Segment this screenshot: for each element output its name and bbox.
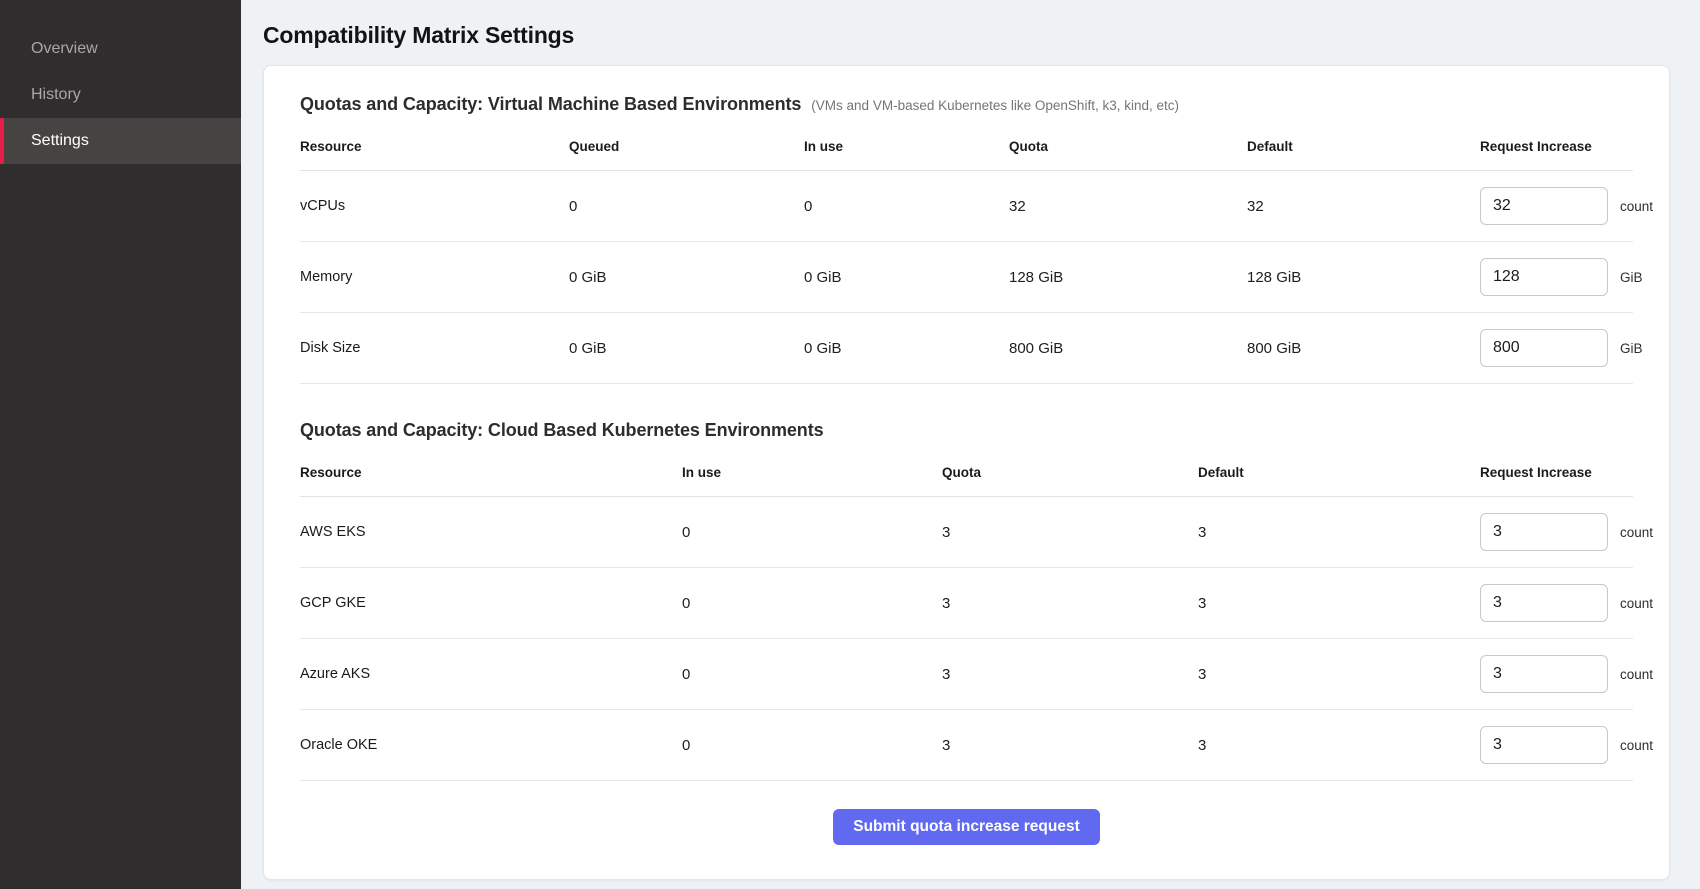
vm-table-header-row: Resource Queued In use Quota Default Req… — [300, 123, 1633, 171]
resource-name: Azure AKS — [300, 666, 682, 682]
cloud-table-row: Oracle OKE 0 3 3 count — [300, 710, 1633, 781]
default-value: 3 — [1198, 595, 1480, 612]
unit-label: count — [1620, 667, 1653, 682]
resource-name: Oracle OKE — [300, 737, 682, 753]
main-content: Compatibility Matrix Settings Quotas and… — [241, 0, 1700, 889]
cloud-table-header-row: Resource In use Quota Default Request In… — [300, 449, 1633, 497]
request-increase-cell: count — [1480, 726, 1653, 764]
column-header-default: Default — [1247, 139, 1480, 154]
in-use-value: 0 — [804, 198, 1009, 215]
in-use-value: 0 — [682, 666, 942, 683]
sidebar: Overview History Settings — [0, 0, 241, 889]
submit-quota-increase-button[interactable]: Submit quota increase request — [833, 809, 1100, 845]
quota-increase-input[interactable] — [1480, 187, 1608, 225]
quota-increase-input[interactable] — [1480, 258, 1608, 296]
cloud-section-title: Quotas and Capacity: Cloud Based Kuberne… — [300, 420, 824, 441]
quota-value: 3 — [942, 595, 1198, 612]
unit-label: count — [1620, 199, 1653, 214]
quota-increase-input[interactable] — [1480, 726, 1608, 764]
quota-value: 3 — [942, 737, 1198, 754]
default-value: 3 — [1198, 524, 1480, 541]
request-increase-cell: GiB — [1480, 329, 1643, 367]
unit-label: GiB — [1620, 270, 1643, 285]
column-header-request-increase: Request Increase — [1480, 139, 1633, 154]
cloud-table-row: GCP GKE 0 3 3 count — [300, 568, 1633, 639]
sidebar-item-label: Overview — [31, 40, 98, 58]
resource-name: Memory — [300, 269, 569, 285]
request-increase-cell: count — [1480, 655, 1653, 693]
vm-section-title: Quotas and Capacity: Virtual Machine Bas… — [300, 94, 801, 115]
default-value: 3 — [1198, 666, 1480, 683]
quota-settings-card: Quotas and Capacity: Virtual Machine Bas… — [263, 65, 1670, 880]
quota-increase-input[interactable] — [1480, 584, 1608, 622]
queued-value: 0 GiB — [569, 340, 804, 357]
sidebar-item-settings[interactable]: Settings — [0, 118, 241, 164]
vm-quota-table: Resource Queued In use Quota Default Req… — [300, 123, 1633, 384]
vm-table-row: Disk Size 0 GiB 0 GiB 800 GiB 800 GiB Gi… — [300, 313, 1633, 384]
quota-increase-input[interactable] — [1480, 329, 1608, 367]
sidebar-item-overview[interactable]: Overview — [0, 26, 241, 72]
cloud-table-row: AWS EKS 0 3 3 count — [300, 497, 1633, 568]
quota-increase-input[interactable] — [1480, 655, 1608, 693]
cloud-table-row: Azure AKS 0 3 3 count — [300, 639, 1633, 710]
resource-name: GCP GKE — [300, 595, 682, 611]
default-value: 3 — [1198, 737, 1480, 754]
default-value: 800 GiB — [1247, 340, 1480, 357]
quota-value: 32 — [1009, 198, 1247, 215]
column-header-quota: Quota — [942, 465, 1198, 480]
default-value: 128 GiB — [1247, 269, 1480, 286]
resource-name: Disk Size — [300, 340, 569, 356]
quota-value: 128 GiB — [1009, 269, 1247, 286]
quota-value: 3 — [942, 666, 1198, 683]
vm-section-header: Quotas and Capacity: Virtual Machine Bas… — [300, 94, 1633, 115]
request-increase-cell: count — [1480, 584, 1653, 622]
request-increase-cell: count — [1480, 187, 1653, 225]
column-header-in-use: In use — [804, 139, 1009, 154]
request-increase-cell: GiB — [1480, 258, 1643, 296]
vm-section-subtitle: (VMs and VM-based Kubernetes like OpenSh… — [811, 98, 1179, 113]
page-title: Compatibility Matrix Settings — [263, 22, 1670, 49]
cloud-section-header: Quotas and Capacity: Cloud Based Kuberne… — [300, 420, 1633, 441]
queued-value: 0 — [569, 198, 804, 215]
app-root: Overview History Settings Compatibility … — [0, 0, 1700, 889]
vm-table-row: vCPUs 0 0 32 32 count — [300, 171, 1633, 242]
sidebar-item-label: History — [31, 86, 81, 104]
in-use-value: 0 — [682, 595, 942, 612]
column-header-resource: Resource — [300, 139, 569, 154]
unit-label: count — [1620, 596, 1653, 611]
quota-value: 3 — [942, 524, 1198, 541]
quota-increase-input[interactable] — [1480, 513, 1608, 551]
column-header-quota: Quota — [1009, 139, 1247, 154]
vm-table-row: Memory 0 GiB 0 GiB 128 GiB 128 GiB GiB — [300, 242, 1633, 313]
resource-name: vCPUs — [300, 198, 569, 214]
unit-label: count — [1620, 525, 1653, 540]
cloud-quota-table: Resource In use Quota Default Request In… — [300, 449, 1633, 781]
resource-name: AWS EKS — [300, 524, 682, 540]
in-use-value: 0 GiB — [804, 340, 1009, 357]
column-header-queued: Queued — [569, 139, 804, 154]
queued-value: 0 GiB — [569, 269, 804, 286]
sidebar-nav: Overview History Settings — [0, 26, 241, 164]
column-header-in-use: In use — [682, 465, 942, 480]
sidebar-item-history[interactable]: History — [0, 72, 241, 118]
in-use-value: 0 — [682, 524, 942, 541]
quota-value: 800 GiB — [1009, 340, 1247, 357]
unit-label: GiB — [1620, 341, 1643, 356]
default-value: 32 — [1247, 198, 1480, 215]
unit-label: count — [1620, 738, 1653, 753]
column-header-resource: Resource — [300, 465, 682, 480]
request-increase-cell: count — [1480, 513, 1653, 551]
submit-button-row: Submit quota increase request — [300, 809, 1633, 845]
in-use-value: 0 — [682, 737, 942, 754]
column-header-request-increase: Request Increase — [1480, 465, 1633, 480]
column-header-default: Default — [1198, 465, 1480, 480]
in-use-value: 0 GiB — [804, 269, 1009, 286]
sidebar-item-label: Settings — [31, 132, 89, 150]
